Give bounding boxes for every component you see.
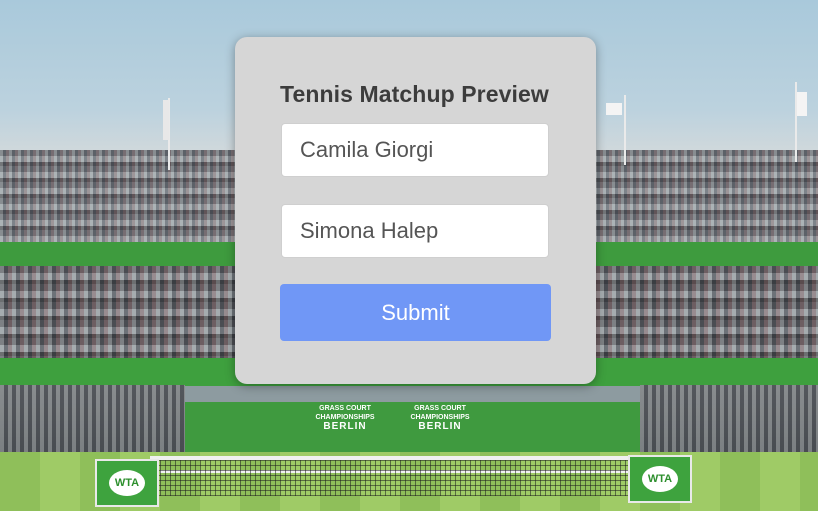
player-one-input[interactable] [281, 123, 549, 177]
flag [797, 92, 807, 116]
wta-board-right: WTA [628, 455, 692, 503]
submit-button[interactable]: Submit [280, 284, 551, 341]
flag [606, 103, 622, 115]
tennis-stadium-background: GRASS COURT CHAMPIONSHIPS BERLIN GRASS C… [0, 0, 818, 511]
wta-logo: WTA [642, 466, 678, 492]
sponsor-line: BERLIN [323, 421, 367, 432]
matchup-form-card: Tennis Matchup Preview Submit [235, 37, 596, 384]
sponsor-banner-right: GRASS COURT CHAMPIONSHIPS BERLIN [405, 404, 475, 432]
wta-board-left: WTA [95, 459, 159, 507]
flag-pole [624, 95, 626, 165]
sponsor-line: BERLIN [418, 421, 462, 432]
player-two-input[interactable] [281, 204, 549, 258]
flag [163, 100, 169, 140]
sponsor-line: GRASS COURT [319, 405, 371, 412]
sponsor-banner-left: GRASS COURT CHAMPIONSHIPS BERLIN [310, 404, 380, 432]
wta-logo: WTA [109, 470, 145, 496]
form-title: Tennis Matchup Preview [280, 81, 549, 107]
sponsor-line: GRASS COURT [414, 405, 466, 412]
tennis-net [150, 456, 630, 496]
